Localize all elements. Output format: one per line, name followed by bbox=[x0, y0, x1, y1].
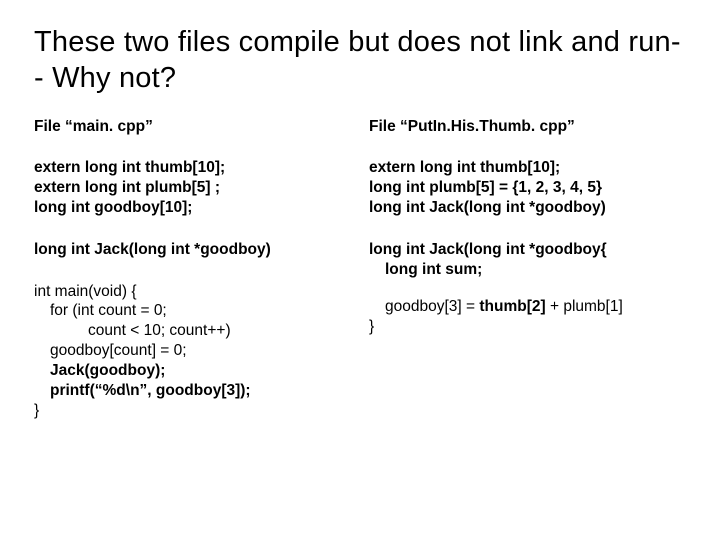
code-line: for (int count = 0; bbox=[34, 301, 351, 321]
code-line: int main(void) { bbox=[34, 282, 351, 302]
code-line: extern long int thumb[10]; bbox=[34, 158, 351, 178]
slide-title: These two files compile but does not lin… bbox=[34, 24, 686, 97]
code-line: Jack(goodboy); bbox=[34, 361, 351, 381]
code-fragment-bold: thumb[2] bbox=[479, 298, 545, 315]
code-line: long int Jack(long int *goodboy) bbox=[369, 198, 686, 218]
left-main-function: int main(void) { for (int count = 0; cou… bbox=[34, 282, 351, 421]
right-function: long int Jack(long int *goodboy{ long in… bbox=[369, 240, 686, 337]
assignment-line: goodboy[3] = thumb[2] + plumb[1] bbox=[369, 297, 686, 317]
code-line: goodboy[count] = 0; bbox=[34, 341, 351, 361]
left-prototype: long int Jack(long int *goodboy) bbox=[34, 240, 351, 260]
right-column: File “PutIn.His.Thumb. cpp” extern long … bbox=[369, 117, 686, 443]
code-fragment: goodboy[3] = bbox=[385, 298, 479, 315]
code-line: long int Jack(long int *goodboy{ bbox=[369, 240, 686, 260]
two-column-layout: File “main. cpp” extern long int thumb[1… bbox=[34, 117, 686, 443]
code-line: long int Jack(long int *goodboy) bbox=[34, 240, 351, 260]
left-declarations: extern long int thumb[10]; extern long i… bbox=[34, 158, 351, 217]
left-column: File “main. cpp” extern long int thumb[1… bbox=[34, 117, 351, 443]
code-line: count < 10; count++) bbox=[34, 321, 351, 341]
right-declarations: extern long int thumb[10]; long int plum… bbox=[369, 158, 686, 217]
code-fragment: + plumb[1] bbox=[546, 298, 623, 315]
blank-line bbox=[369, 279, 686, 297]
code-line: extern long int plumb[5] ; bbox=[34, 178, 351, 198]
right-file-label: File “PutIn.His.Thumb. cpp” bbox=[369, 117, 686, 137]
code-line: } bbox=[369, 317, 686, 337]
left-file-label: File “main. cpp” bbox=[34, 117, 351, 137]
code-line: long int plumb[5] = {1, 2, 3, 4, 5} bbox=[369, 178, 686, 198]
code-line: long int sum; bbox=[369, 260, 686, 280]
code-line: extern long int thumb[10]; bbox=[369, 158, 686, 178]
code-line: printf(“%d\n”, goodboy[3]); bbox=[34, 381, 351, 401]
code-line: } bbox=[34, 401, 351, 421]
code-line: long int goodboy[10]; bbox=[34, 198, 351, 218]
